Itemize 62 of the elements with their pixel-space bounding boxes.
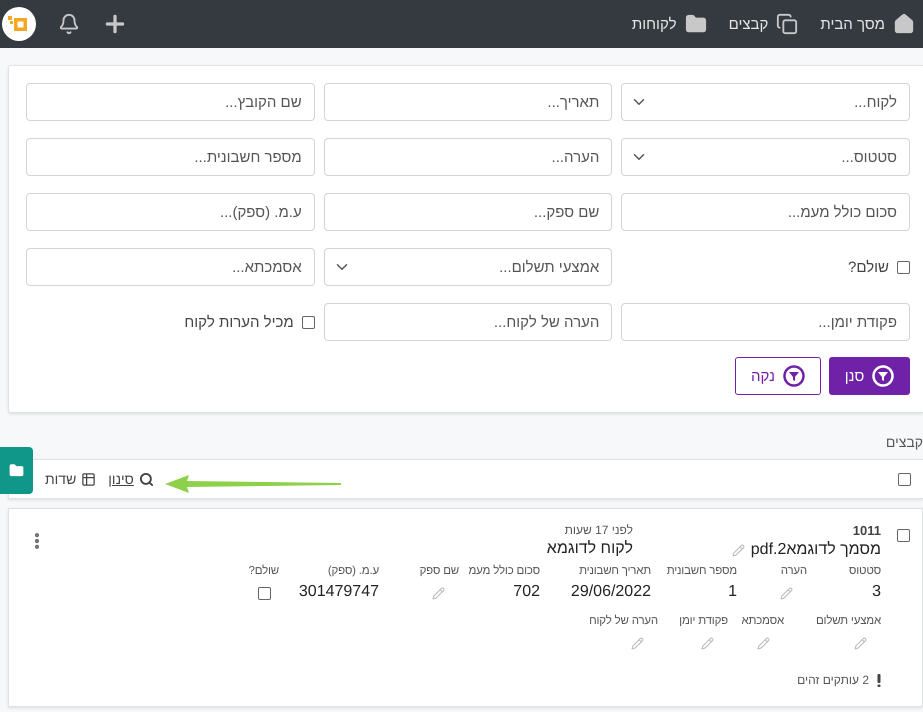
files-count: קבצים xyxy=(884,434,923,452)
field-label: סטטוס xyxy=(848,565,881,577)
filter-field[interactable]: תאריך... xyxy=(324,83,612,121)
filter-field[interactable]: אסמכתא... xyxy=(26,248,315,286)
customer-name: לקוח לדוגמא xyxy=(546,540,633,558)
record-checkbox[interactable] xyxy=(897,529,910,542)
folder-icon xyxy=(9,463,24,478)
field-label: ע.מ. (ספק) xyxy=(326,565,379,577)
field-label: אסמכתא xyxy=(740,615,784,627)
field-label: סכום כולל מעמ xyxy=(467,565,540,577)
filter-field[interactable]: ע.מ. (ספק)... xyxy=(26,193,315,231)
filter-field[interactable]: שם ספק... xyxy=(324,193,612,231)
filter-field[interactable]: הערה של לקוח... xyxy=(324,303,612,341)
filter-field[interactable]: מספר חשבונית... xyxy=(26,138,315,176)
copy-icon xyxy=(776,13,798,35)
checkbox-label: שולם? xyxy=(848,258,889,276)
field-label: תאריך חשבונית xyxy=(578,565,651,577)
filter-select[interactable]: סטטוס... xyxy=(621,138,910,176)
field-label: הערה של לקוח xyxy=(588,615,658,627)
filter-field[interactable]: הערה... xyxy=(324,138,612,176)
folder-icon xyxy=(684,13,707,35)
clear-filter-icon xyxy=(782,365,805,387)
filter-select[interactable]: אמצעי תשלום... xyxy=(324,248,612,286)
checkbox-label: מכיל הערות לקוח xyxy=(184,314,294,330)
filter-field[interactable]: פקודת יומן... xyxy=(621,303,910,341)
table-icon xyxy=(81,472,96,486)
field-label: שם ספק xyxy=(418,565,459,577)
checkbox[interactable] xyxy=(258,586,271,600)
checkbox[interactable] xyxy=(897,260,910,274)
file-name: מסמך לדוגמא2.pdf xyxy=(750,541,881,559)
filter-icon xyxy=(872,365,894,387)
field-value: 301479747 xyxy=(298,583,379,601)
record-id: 1011 xyxy=(852,523,881,538)
side-tab[interactable] xyxy=(0,447,33,494)
filter-button[interactable]: סנן xyxy=(829,357,910,395)
filter-field[interactable]: שם הקובץ... xyxy=(26,83,315,121)
exclamation-icon xyxy=(877,674,881,686)
filter-field[interactable]: סכום כולל מעמ... xyxy=(621,193,910,231)
nav-link[interactable]: לקוחות xyxy=(632,13,707,35)
clear-button[interactable]: נקה xyxy=(735,357,821,395)
bell-icon[interactable] xyxy=(58,13,80,35)
field-value: 29/06/2022 xyxy=(570,583,651,601)
logo[interactable] xyxy=(2,7,36,41)
field-label: הערה xyxy=(780,565,807,577)
field-value: 1 xyxy=(727,583,737,601)
search-icon xyxy=(138,472,154,486)
field-label: שולם? xyxy=(248,565,279,577)
time-ago: לפני 17 שעות xyxy=(564,523,633,537)
nav-link[interactable]: קבצים xyxy=(728,13,798,35)
fields-button[interactable]: שדות xyxy=(45,471,96,487)
nav-link[interactable]: מסך הבית xyxy=(820,13,915,35)
field-label: פקודת יומן xyxy=(678,615,728,627)
duplicates-warning: 2 עותקים זהים xyxy=(797,673,869,687)
field-value: 3 xyxy=(871,583,881,601)
field-label: מספר חשבונית xyxy=(666,565,737,577)
filter-link[interactable]: סינון xyxy=(108,471,154,487)
select-all-checkbox[interactable] xyxy=(898,472,911,486)
field-label: אמצעי תשלום xyxy=(814,615,881,627)
home-icon xyxy=(893,13,915,35)
field-value: 702 xyxy=(512,583,540,601)
filter-select[interactable]: לקוח... xyxy=(621,83,910,121)
checkbox[interactable] xyxy=(302,316,315,328)
